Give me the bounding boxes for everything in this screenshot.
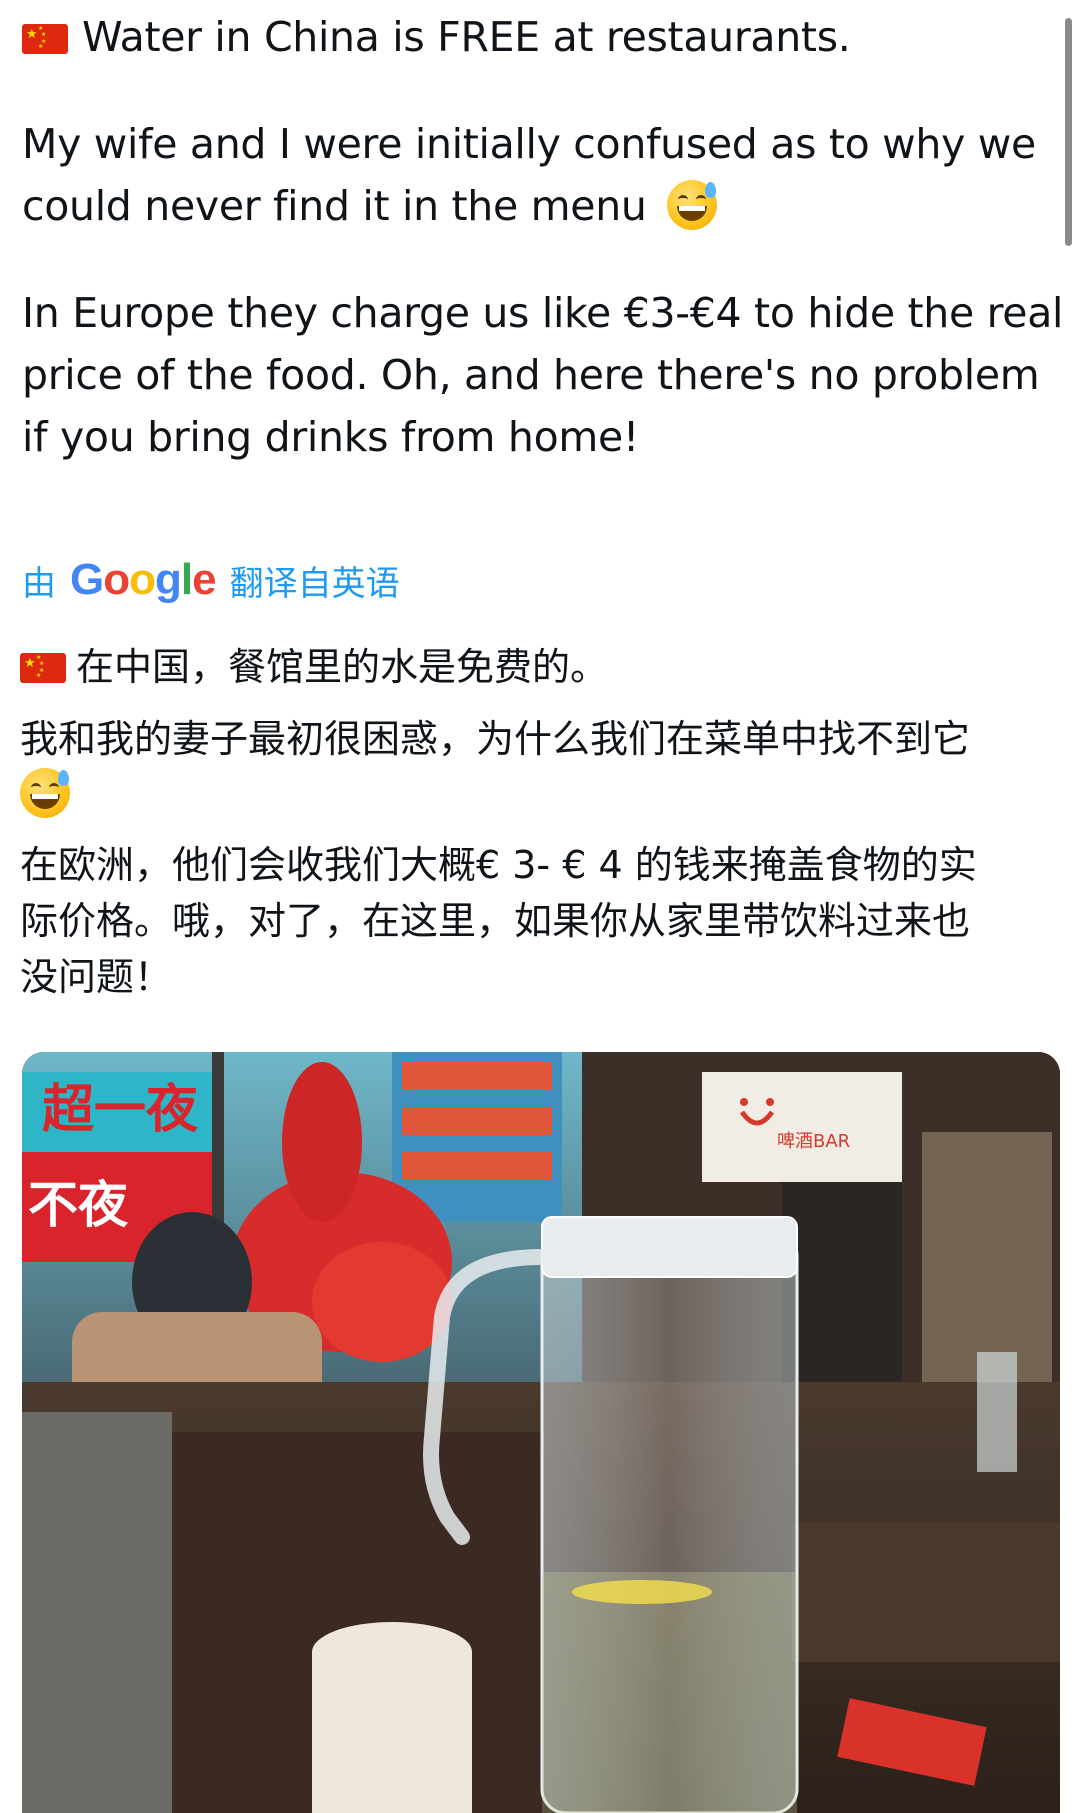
china-flag-icon: ★ ★ ★ ★ ★ bbox=[22, 24, 68, 54]
translated-text-line: 没问题！ bbox=[20, 955, 173, 999]
china-flag-icon: ★ ★ ★ ★ ★ bbox=[20, 653, 66, 683]
translated-text: 在中国，餐馆里的水是免费的。 bbox=[76, 645, 609, 689]
svg-text:不夜: 不夜 bbox=[28, 1176, 129, 1234]
translated-text-line: 际价格。哦，对了，在这里，如果你从家里带饮料过来也 bbox=[20, 899, 971, 943]
grinning-face-with-sweat-icon bbox=[20, 768, 70, 818]
tweet-text-line: if you bring drinks from home! bbox=[22, 413, 640, 461]
tweet-text-line: could never find it in the menu bbox=[22, 175, 1062, 237]
post-photo[interactable]: 超一夜 不夜 啤酒BAR bbox=[22, 1052, 1060, 1813]
tweet-text-line: My wife and I were initially confused as… bbox=[22, 120, 1036, 168]
translated-text-line bbox=[20, 768, 1060, 822]
tweet-body: ★ ★ ★ ★ ★ Water in China is FREE at rest… bbox=[22, 0, 1064, 468]
tweet-text-line: In Europe they charge us like €3-€4 to h… bbox=[22, 289, 1064, 337]
tweet-text-line: price of the food. Oh, and here there's … bbox=[22, 351, 1040, 399]
grinning-face-with-sweat-icon bbox=[667, 180, 718, 230]
translate-suffix: 翻译自英语 bbox=[229, 563, 400, 604]
translated-text-line: ★ ★ ★ ★ ★ 在中国，餐馆里的水是免费的。 bbox=[20, 640, 1060, 694]
translated-text-line: 在欧洲，他们会收我们大概€ 3- € 4 的钱来掩盖食物的实 bbox=[20, 843, 977, 887]
translate-prefix: 由 bbox=[22, 563, 56, 604]
tweet-title: Water in China is FREE at restaurants. bbox=[82, 13, 851, 61]
tweet-text: could never find it in the menu bbox=[22, 182, 647, 230]
bar-sign: 啤酒BAR bbox=[777, 1131, 850, 1152]
scrollbar[interactable] bbox=[1065, 18, 1072, 246]
tweet-title-line: ★ ★ ★ ★ ★ Water in China is FREE at rest… bbox=[22, 6, 1062, 68]
water-pitcher-photo: 超一夜 不夜 啤酒BAR bbox=[22, 1052, 1060, 1813]
google-logo: Google bbox=[70, 555, 217, 604]
translated-by-google-link[interactable]: 由 Google 翻译自英语 bbox=[22, 555, 400, 605]
svg-text:超一夜: 超一夜 bbox=[42, 1080, 199, 1140]
translated-text-line: 我和我的妻子最初很困惑，为什么我们在菜单中找不到它 bbox=[20, 717, 971, 761]
